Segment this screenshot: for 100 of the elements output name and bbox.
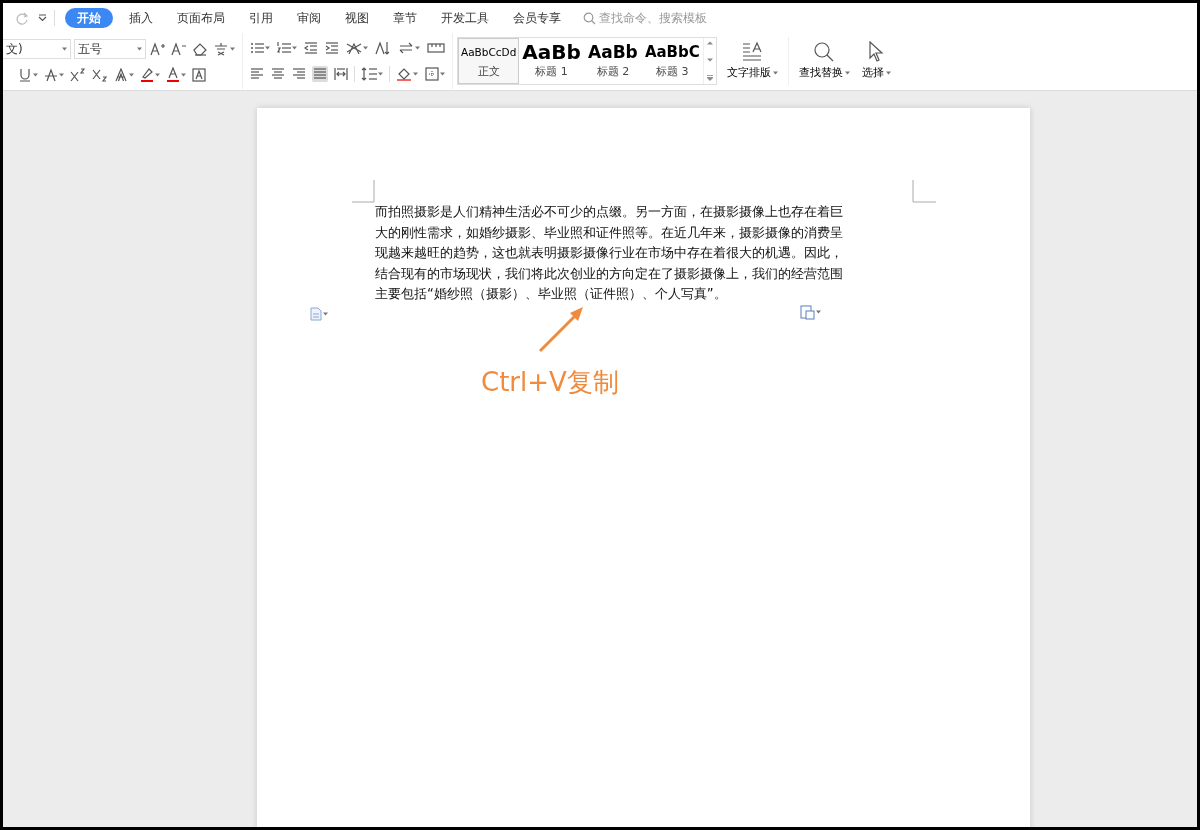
style-preset[interactable]: AaBb 标题 1 — [519, 38, 584, 84]
style-preset[interactable]: AaBbC 标题 3 — [641, 38, 703, 84]
caret-icon — [155, 72, 160, 77]
character-border-icon[interactable] — [191, 66, 207, 83]
text-direction-icon[interactable] — [374, 40, 392, 56]
align-left-icon — [250, 67, 264, 81]
crop-mark — [352, 180, 376, 203]
boxed-letter-icon — [192, 67, 206, 82]
subscript-icon — [92, 67, 108, 82]
distributed-icon[interactable] — [333, 66, 349, 82]
font-name-dropdown[interactable]: 文) — [3, 38, 71, 59]
style-preset[interactable]: AaBb 标题 2 — [583, 38, 642, 84]
ribbon-tab[interactable]: 视图 — [333, 8, 381, 28]
align-center-icon — [271, 67, 285, 81]
caret-icon — [323, 312, 328, 316]
style-preset[interactable]: AaBbCcDd 正文 — [458, 38, 520, 84]
ribbon-tab[interactable]: 插入 — [117, 8, 165, 28]
phonetic-icon[interactable] — [212, 40, 236, 57]
justify-icon[interactable] — [312, 66, 328, 82]
annotation-text: Ctrl+V复制 — [481, 366, 619, 399]
caret-icon — [816, 310, 821, 314]
arrow — [538, 305, 585, 353]
borders-icon[interactable] — [424, 66, 446, 82]
letter-a-minus-icon — [171, 41, 187, 56]
paste-options-button[interactable] — [798, 303, 822, 321]
align-left-icon[interactable] — [249, 66, 265, 82]
customize-menu-icon[interactable] — [37, 13, 48, 23]
caret-icon — [772, 71, 778, 75]
ribbon-tab[interactable]: 章节 — [381, 8, 429, 28]
distributed-icon — [334, 67, 348, 81]
text-layout-icon — [741, 40, 764, 63]
eraser-icon — [192, 41, 208, 56]
outdent-icon[interactable] — [303, 40, 319, 56]
decrease-font-icon[interactable] — [170, 40, 188, 57]
chevron-down-icon — [38, 14, 47, 22]
caret-icon — [59, 72, 64, 77]
outlined-letter-icon — [114, 67, 128, 82]
pointer-icon — [867, 40, 886, 63]
scroll-up-icon[interactable] — [705, 40, 714, 46]
ribbon-button[interactable]: 查找替换 — [792, 33, 856, 89]
align-center-icon[interactable] — [270, 66, 286, 82]
font-size-dropdown[interactable]: 五号 — [74, 38, 146, 59]
shading-icon[interactable] — [395, 66, 419, 82]
letter-a-underbar-icon — [166, 67, 180, 83]
expand-icon — [706, 75, 713, 81]
align-right-icon[interactable] — [291, 66, 307, 82]
ribbon-button[interactable]: 文字排版 — [720, 33, 784, 89]
search-icon — [583, 11, 596, 25]
text-effect-icon[interactable] — [113, 66, 135, 83]
show-marks-icon[interactable] — [426, 41, 446, 55]
caret-icon — [378, 72, 383, 76]
highlighter-icon — [140, 67, 154, 83]
superscript-icon — [70, 67, 86, 82]
ribbon-tab[interactable]: 引用 — [237, 8, 285, 28]
highlight-icon[interactable] — [139, 66, 161, 84]
up-caret-icon — [706, 41, 713, 45]
caret-icon — [292, 46, 297, 50]
indent-icon — [325, 41, 339, 55]
document-icon — [310, 307, 322, 321]
increase-font-icon[interactable] — [149, 40, 167, 57]
crossed-letter-icon — [346, 41, 362, 55]
ribbon-button[interactable]: 选择 — [855, 33, 897, 89]
ribbon-tab[interactable]: 页面布局 — [165, 8, 237, 28]
caret-icon — [137, 46, 142, 51]
caret-icon — [363, 46, 368, 50]
caret-icon — [181, 72, 186, 77]
caret-icon — [230, 46, 235, 51]
letter-a-plus-icon — [150, 41, 166, 56]
magnifier-icon — [813, 40, 836, 63]
superscript-icon[interactable] — [69, 66, 87, 83]
caret-icon — [33, 72, 38, 77]
indent-icon[interactable] — [324, 40, 340, 56]
more-styles-icon[interactable] — [705, 74, 714, 82]
sort-icon[interactable] — [397, 40, 421, 56]
caret-icon — [885, 71, 891, 75]
outdent-icon — [304, 41, 318, 55]
clipboard-icon — [799, 304, 815, 320]
strikethrough-icon[interactable] — [43, 66, 65, 83]
caret-icon — [265, 46, 270, 50]
border-grid-icon — [425, 67, 439, 81]
arrows-icon — [398, 41, 414, 55]
ribbon-tab[interactable]: 审阅 — [285, 8, 333, 28]
crop-mark — [912, 180, 936, 203]
text-direction-icon — [375, 41, 391, 55]
caret-icon — [129, 72, 134, 77]
align-right-icon — [292, 67, 306, 81]
caret-icon — [415, 46, 420, 50]
line-spacing-icon[interactable] — [360, 66, 384, 82]
scroll-down-icon[interactable] — [705, 57, 714, 63]
font-color-icon[interactable] — [165, 66, 187, 84]
document-paragraph: 而拍照摄影是人们精神生活必不可少的点缀。另一方面，在摄影摄像上也存在着巨大的刚性需求，如婚纱摄影、毕业照和证件照等。在近几年来，摄影摄像的消费呈现越来越旺的趋势，这也就表明摄影摄像行业在市场中存在着很大的机遇。因此，结合现有的市场现状，我们将此次创业的方向定在了摄影摄像上，我们的经营范围主要包括“婚纱照（摄影）、毕业照（证件照）、个人写真”。 — [375, 203, 844, 303]
bullet-list-icon[interactable] — [249, 40, 271, 56]
caret-icon — [440, 72, 445, 76]
down-caret-icon — [706, 58, 713, 62]
ribbon-tab[interactable]: 开发工具 — [429, 8, 501, 28]
underline-icon[interactable] — [17, 66, 39, 83]
caret-icon — [413, 72, 418, 76]
ruler-icon — [427, 42, 445, 54]
numbered-list-icon[interactable] — [276, 40, 298, 56]
ribbon-tab[interactable]: 会员专享 — [501, 8, 573, 28]
